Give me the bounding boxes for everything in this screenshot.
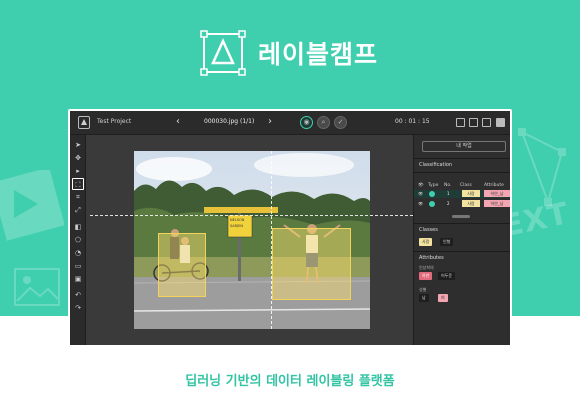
select-icon[interactable]: ▸ <box>72 165 84 177</box>
right-panel: 내 작업 Classification 👁 Type No. Class Att… <box>413 135 510 345</box>
check-icon: ✓ <box>337 118 344 126</box>
col-class: Class <box>460 183 472 188</box>
class-chip-person[interactable]: 사람 <box>419 238 433 246</box>
attribute-chip[interactable]: 어두운 <box>438 272 456 280</box>
image-icon[interactable]: ▣ <box>72 273 84 285</box>
attributes-title: Attributes <box>419 255 444 261</box>
panel-divider <box>414 158 510 159</box>
bounding-box-person-1[interactable] <box>158 233 206 297</box>
search-icon: ⌕ <box>321 118 326 126</box>
ai-icon: ◉ <box>303 118 310 126</box>
classification-title: Classification <box>419 162 453 168</box>
decorative-image-icon <box>14 268 60 306</box>
auto-label-button[interactable]: ◉ <box>300 116 313 129</box>
crop-icon[interactable]: ⌗ <box>72 191 84 203</box>
bounding-box-person-2[interactable] <box>272 228 351 300</box>
row-no: 1 <box>447 191 450 196</box>
app-topbar: Test Project ‹ 000030.jpg (1/1) › ◉ ⌕ ✓ … <box>70 111 510 135</box>
visibility-icon[interactable]: 👁 <box>418 201 423 207</box>
fill-icon[interactable]: ◧ <box>72 221 84 233</box>
class-chip-doll[interactable]: 인형 <box>440 238 454 246</box>
col-type: Type <box>428 183 439 188</box>
tagline: 딥러닝 기반의 데이터 레이블링 플랫폼 <box>185 374 395 389</box>
row-class: 사람 <box>462 200 480 207</box>
crosshair-vertical <box>271 151 272 329</box>
panel-divider <box>414 172 510 173</box>
eye-icon[interactable]: 👁 <box>418 183 424 188</box>
undo-icon[interactable]: ↶ <box>72 289 84 301</box>
row-no: 2 <box>447 201 450 206</box>
type-dot <box>429 201 435 207</box>
row-attribute: 하얀_남 <box>484 200 510 207</box>
my-work-button[interactable]: 내 작업 <box>422 141 506 152</box>
redo-icon[interactable]: ↷ <box>72 302 84 314</box>
bbox-icon[interactable]: ⛶ <box>72 178 84 190</box>
row-attribute: 하얀_남 <box>484 190 510 197</box>
attribute-chip[interactable]: 하얀 <box>419 272 433 280</box>
attribute-group-label: 인상착의 <box>419 265 434 270</box>
comment-icon[interactable]: ▭ <box>72 260 84 272</box>
crosshair-horizontal <box>90 215 413 216</box>
brand-name: 레이블캠프 <box>258 40 379 69</box>
labelcamp-logo-icon <box>200 30 246 76</box>
panel-divider <box>414 223 510 224</box>
left-toolbar: ➤ ✥ ▸ ⛶ ⌗ ⤢ ◧ ⬠ ◔ ▭ ▣ ↶ ↷ <box>70 135 86 345</box>
panel-scrollbar[interactable] <box>452 215 470 218</box>
file-name: 000030.jpg (1/1) <box>204 118 255 125</box>
work-timer: 00 : 01 : 15 <box>395 118 430 125</box>
polygon-icon[interactable]: ⬠ <box>72 234 84 246</box>
grid-icon[interactable] <box>469 118 478 127</box>
attribute-chip[interactable]: 남 <box>419 294 429 302</box>
copy-icon[interactable] <box>456 118 465 127</box>
app-icon[interactable] <box>78 116 90 129</box>
calendar-icon[interactable] <box>482 118 491 127</box>
search-button[interactable]: ⌕ <box>317 116 330 129</box>
chevron-left-icon[interactable]: ‹ <box>176 116 180 128</box>
attribute-chip[interactable]: 여 <box>438 294 448 302</box>
move-icon[interactable]: ✥ <box>72 152 84 164</box>
col-no: No. <box>444 183 452 188</box>
image-canvas[interactable]: NELSON SARJEN <box>86 135 413 345</box>
row-class: 사람 <box>462 190 480 197</box>
confirm-button[interactable]: ✓ <box>334 116 347 129</box>
project-name: Test Project <box>97 118 132 125</box>
table-row[interactable]: 👁 1 사람 하얀_남 <box>414 190 510 198</box>
decorative-play-shape <box>0 170 64 241</box>
svg-text:NELSON: NELSON <box>230 218 245 222</box>
visibility-icon[interactable]: 👁 <box>418 191 423 197</box>
attribute-group-label: 성별 <box>419 287 427 292</box>
type-dot <box>429 191 435 197</box>
tag-icon[interactable]: ◔ <box>72 247 84 259</box>
pointer-icon[interactable]: ➤ <box>72 139 84 151</box>
table-row[interactable]: 👁 2 사람 하얀_남 <box>414 200 510 208</box>
col-attribute: Attribute <box>484 183 504 188</box>
app-window: Test Project ‹ 000030.jpg (1/1) › ◉ ⌕ ✓ … <box>68 109 512 347</box>
expand-icon[interactable]: ⤢ <box>72 204 84 216</box>
svg-text:SARJEN: SARJEN <box>230 224 243 228</box>
panel-divider <box>414 251 510 252</box>
classes-title: Classes <box>419 227 438 233</box>
chevron-right-icon[interactable]: › <box>268 116 272 128</box>
save-icon[interactable] <box>496 118 505 127</box>
brand-logo: 레이블캠프 <box>200 30 378 76</box>
